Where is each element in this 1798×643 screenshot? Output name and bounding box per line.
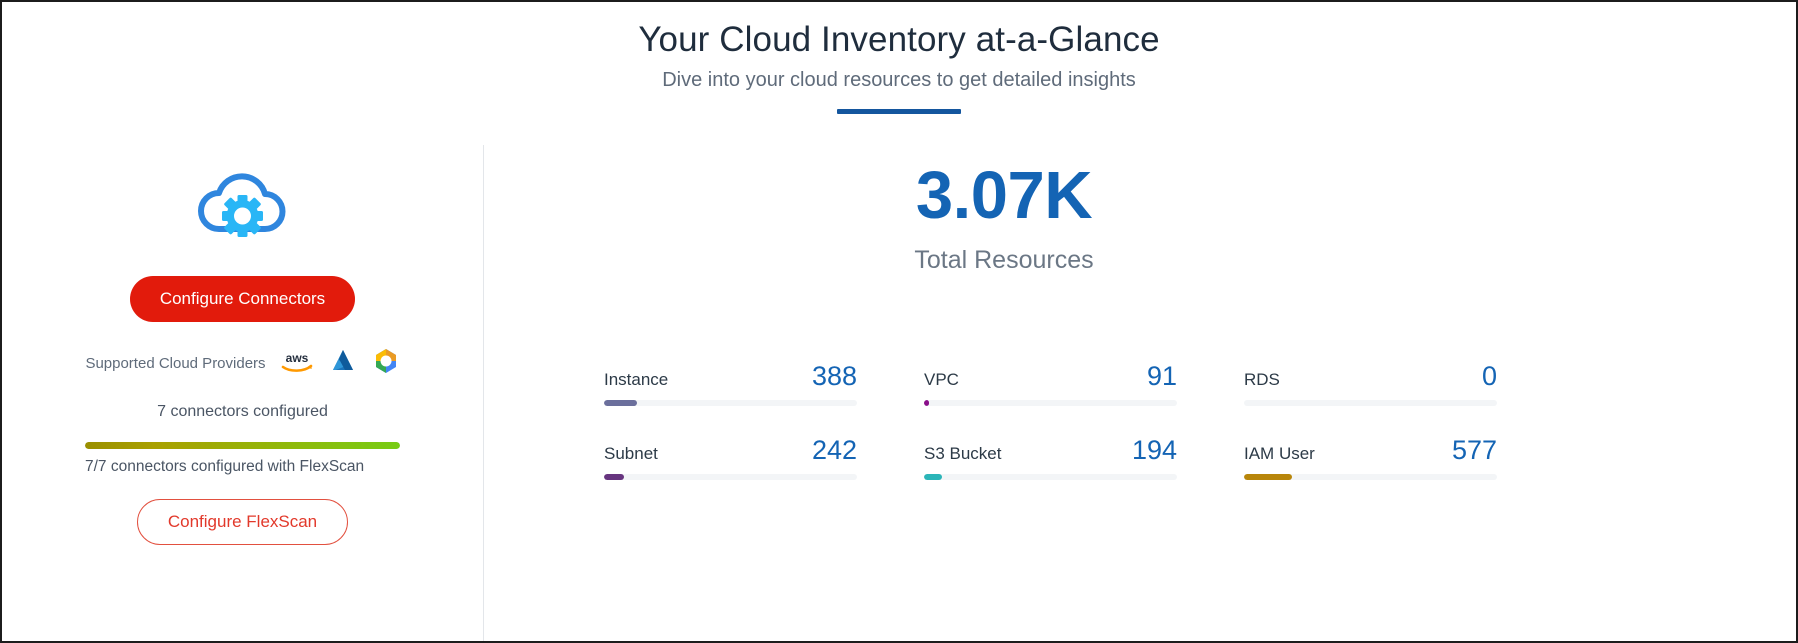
metric-label: IAM User [1244,444,1315,463]
page-header: Your Cloud Inventory at-a-Glance Dive in… [2,20,1796,115]
svg-text:aws: aws [285,351,308,365]
metric-value: 242 [811,435,857,465]
metric-header: RDS 0 [1244,363,1497,390]
cloud-inventory-dashboard: Your Cloud Inventory at-a-Glance Dive in… [0,0,1798,643]
metric-card[interactable]: VPC 91 [924,363,1177,406]
page-title: Your Cloud Inventory at-a-Glance [638,20,1160,59]
metric-label: RDS [1244,370,1280,389]
header-accent-bar [837,109,961,115]
metric-header: Subnet 242 [604,437,857,464]
metric-bar-track [604,474,857,480]
metric-bar-track [1244,400,1497,406]
metric-bar-track [604,400,857,406]
connectors-progress-fill [85,442,400,449]
metric-bar-track [924,474,1177,480]
configure-connectors-button[interactable]: Configure Connectors [129,276,356,322]
supported-providers: Supported Cloud Providers aws [2,347,483,380]
gcp-logo [372,347,400,380]
metric-card[interactable]: RDS 0 [1244,363,1497,406]
metric-bar-fill [604,400,637,406]
metric-card[interactable]: Subnet 242 [604,437,857,480]
aws-logo: aws [280,349,314,378]
metric-header: IAM User 577 [1244,437,1497,464]
metric-label: S3 Bucket [924,444,1002,463]
metric-bar-fill [604,474,625,480]
resource-metrics-grid: Instance 388 VPC 91 RDS 0 Subnet 242 S3 Bucket 19… [604,363,1564,480]
azure-logo [328,348,358,379]
metric-header: S3 Bucket 194 [924,437,1177,464]
connectors-progress: 7/7 connectors configured with FlexScan [85,442,400,476]
configure-flexscan-button[interactable]: Configure FlexScan [136,499,349,545]
metric-bar-fill [924,400,930,406]
metric-value: 577 [1451,435,1497,465]
metric-label: VPC [924,370,959,389]
supported-providers-label: Supported Cloud Providers [85,355,266,372]
connectors-progress-track [85,442,400,449]
total-resources-label: Total Resources [914,246,1094,274]
connectors-panel: Configure Connectors Supported Cloud Pro… [2,145,483,641]
total-resources-block: 3.07K Total Resources [844,162,1164,275]
metric-card[interactable]: Instance 388 [604,363,857,406]
inventory-summary-panel: 3.07K Total Resources Instance 388 VPC 91 RD… [484,145,1796,641]
metric-value: 388 [811,361,857,391]
connectors-configured-text: 7 connectors configured [157,403,328,420]
flexscan-status-text: 7/7 connectors configured with FlexScan [85,458,365,475]
metric-card[interactable]: IAM User 577 [1244,437,1497,480]
metric-value: 0 [1481,361,1497,391]
metric-bar-track [924,400,1177,406]
metric-header: Instance 388 [604,363,857,390]
metric-value: 91 [1146,361,1177,391]
cloud-gear-icon [193,167,293,239]
metric-label: Instance [604,370,669,389]
metric-card[interactable]: S3 Bucket 194 [924,437,1177,480]
total-resources-value: 3.07K [915,158,1093,233]
metric-bar-fill [1244,474,1293,480]
page-subtitle: Dive into your cloud resources to get de… [662,69,1136,92]
metric-label: Subnet [604,444,658,463]
metric-bar-track [1244,474,1497,480]
metric-header: VPC 91 [924,363,1177,390]
metric-value: 194 [1131,435,1177,465]
metric-bar-fill [924,474,942,480]
